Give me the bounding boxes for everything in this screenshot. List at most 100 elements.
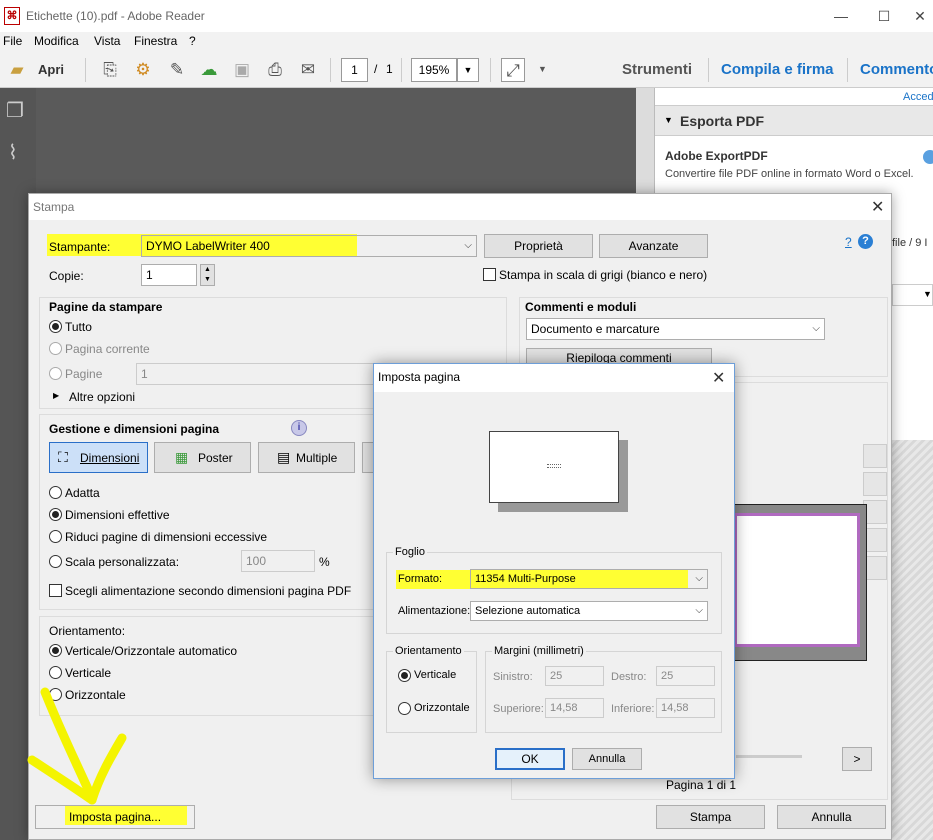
top-margin-input[interactable]: 14,58	[545, 698, 604, 718]
percent-label: %	[319, 555, 330, 569]
maximize-button[interactable]: ☐	[869, 6, 899, 26]
edit-icon[interactable]: ✎	[165, 58, 189, 82]
pages-range-radio[interactable]	[49, 367, 62, 380]
menu-vista[interactable]: Vista	[94, 34, 120, 48]
format-select[interactable]: 11354 Multi-Purpose ⌵	[470, 569, 708, 589]
attachment-icon[interactable]: ⌇	[8, 140, 18, 165]
settings-pdf-icon[interactable]: ⚙	[131, 58, 155, 82]
toolbar: ▰ Apri ⎘ ⚙ ✎ ☁ ▣ ⎙ ✉ 1 / 1 195% ▼ ⤢ ▼ St…	[0, 52, 933, 88]
page-setup-close-icon[interactable]: ✕	[712, 368, 725, 388]
pages-current-radio[interactable]	[49, 342, 62, 355]
file-info-text: file / 9 I	[892, 237, 928, 249]
zoom-input[interactable]: 195%	[411, 58, 457, 82]
export-pdf-title: Adobe ExportPDF	[665, 149, 768, 163]
toolbar-separator	[708, 58, 709, 82]
pdf-app-icon: ⌘	[4, 7, 20, 25]
print-icon[interactable]: ⎙	[263, 58, 287, 82]
cancel-button[interactable]: Annulla	[777, 805, 886, 829]
page-setup-portrait-radio[interactable]	[398, 669, 411, 682]
source-value: Selezione automatica	[475, 605, 581, 617]
info-icon[interactable]: i	[291, 420, 307, 436]
preview-slider[interactable]	[736, 755, 802, 758]
grayscale-checkbox[interactable]	[483, 268, 496, 281]
panel-dropdown[interactable]: ▼	[892, 284, 933, 306]
page-number-input[interactable]: 1	[341, 58, 368, 82]
orient-portrait-radio[interactable]	[49, 666, 62, 679]
comments-value: Documento e marcature	[531, 322, 660, 336]
print-button[interactable]: Stampa	[656, 805, 765, 829]
menu-modifica[interactable]: Modifica	[34, 34, 79, 48]
more-options-label[interactable]: Altre opzioni	[69, 390, 135, 404]
printer-value: DYMO LabelWriter 400	[146, 239, 270, 253]
pages-icon[interactable]: ❐	[6, 98, 24, 123]
bottom-margin-input[interactable]: 14,58	[656, 698, 715, 718]
page-setup-ok-button[interactable]: OK	[495, 748, 565, 770]
fit-page-icon[interactable]: ⤢	[501, 58, 525, 82]
format-value: 11354 Multi-Purpose	[475, 573, 576, 585]
bottom-margin-label: Inferiore:	[611, 703, 655, 715]
fit-radio[interactable]	[49, 486, 62, 499]
fit-label: Adatta	[65, 486, 100, 500]
left-margin-input[interactable]: 25	[545, 666, 604, 686]
actual-size-label: Dimensioni effettive	[65, 508, 170, 522]
custom-scale-input[interactable]: 100	[241, 550, 315, 572]
grayscale-label: Stampa in scala di grigi (bianco e nero)	[499, 268, 708, 282]
copies-stepper[interactable]: ▲ ▼	[200, 264, 215, 286]
shrink-radio[interactable]	[49, 530, 62, 543]
choose-source-checkbox[interactable]	[49, 584, 62, 597]
custom-scale-radio[interactable]	[49, 555, 62, 568]
export-pdf-description: Convertire file PDF online in formato Wo…	[665, 168, 914, 180]
advanced-button[interactable]: Avanzate	[599, 234, 708, 258]
email-icon[interactable]: ✉	[296, 58, 320, 82]
tab-multiple[interactable]: ▤ Multiple	[258, 442, 355, 473]
right-margin-input[interactable]: 25	[656, 666, 715, 686]
actual-size-radio[interactable]	[49, 508, 62, 521]
tab-commento[interactable]: Commento	[860, 61, 933, 78]
page-setup-portrait-label: Verticale	[414, 669, 457, 681]
save-icon[interactable]: ▣	[230, 58, 254, 82]
close-window-button[interactable]: ✕	[905, 6, 933, 26]
print-dialog-close-icon[interactable]: ✕	[871, 197, 884, 217]
chevron-down-icon: ⌵	[464, 240, 472, 251]
comments-select[interactable]: Documento e marcature ⌵	[526, 318, 825, 340]
source-select[interactable]: Selezione automatica ⌵	[470, 601, 708, 621]
toolbar-separator	[847, 58, 848, 82]
help-link[interactable]: ?	[845, 235, 852, 249]
help-icon[interactable]: ?	[858, 234, 873, 249]
export-pdf-section-title[interactable]: Esporta PDF	[680, 113, 764, 129]
sign-in-link[interactable]: Acced	[903, 91, 933, 103]
open-button[interactable]: Apri	[38, 62, 64, 77]
pages-all-radio[interactable]	[49, 320, 62, 333]
zoom-dropdown-chevron-icon[interactable]: ▼	[457, 58, 479, 82]
upload-cloud-icon[interactable]: ☁	[197, 58, 221, 82]
expand-arrow-icon[interactable]: ▶	[53, 391, 59, 400]
print-dialog-title: Stampa	[33, 200, 75, 214]
poster-tab-icon: ▦	[175, 449, 189, 465]
next-page-button[interactable]: >	[842, 747, 872, 771]
menu-help[interactable]: ?	[189, 34, 196, 48]
comments-section-title: Commenti e moduli	[525, 300, 637, 314]
tab-size[interactable]: ⛶ Dimensioni	[49, 442, 148, 473]
properties-button[interactable]: Proprietà	[484, 234, 593, 258]
tab-poster[interactable]: ▦ Poster	[154, 442, 251, 473]
tab-compila-e-firma[interactable]: Compila e firma	[721, 61, 834, 78]
printer-select[interactable]: DYMO LabelWriter 400 ⌵	[141, 235, 477, 257]
page-count-label: Pagina 1 di 1	[666, 778, 737, 792]
shrink-label: Riduci pagine di dimensioni eccessive	[65, 530, 268, 544]
orientation-group-label: Orientamento	[393, 645, 464, 657]
orient-auto-radio[interactable]	[49, 644, 62, 657]
toolbar-more-chevron-icon[interactable]: ▼	[538, 64, 547, 74]
page-setup-cancel-button[interactable]: Annulla	[572, 748, 642, 770]
page-setup-landscape-radio[interactable]	[398, 702, 411, 715]
menu-finestra[interactable]: Finestra	[134, 34, 177, 48]
folder-open-icon[interactable]: ▰	[5, 58, 29, 82]
menu-file[interactable]: File	[3, 34, 22, 48]
tab-strumenti[interactable]: Strumenti	[622, 61, 692, 78]
chevron-down-icon: ⌵	[695, 573, 703, 584]
source-label: Alimentazione:	[398, 605, 471, 617]
copies-input[interactable]: 1	[141, 264, 197, 286]
create-pdf-icon[interactable]: ⎘	[98, 58, 122, 82]
page-setup-title: Imposta pagina	[378, 370, 461, 384]
minimize-button[interactable]: —	[826, 6, 856, 26]
collapse-section-chevron-icon[interactable]: ▼	[664, 115, 673, 125]
